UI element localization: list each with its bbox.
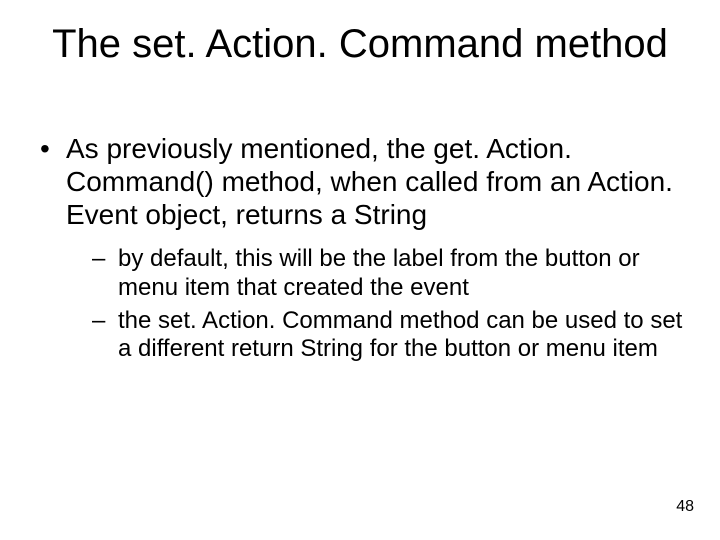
- bullet-text: As previously mentioned, the get. Action…: [66, 133, 673, 230]
- sub-bullet-text: the set. Action. Command method can be u…: [118, 307, 682, 363]
- slide-title: The set. Action. Command method: [0, 22, 720, 67]
- sub-bullet-item: by default, this will be the label from …: [90, 245, 686, 303]
- sub-bullet-text: by default, this will be the label from …: [118, 245, 640, 301]
- sub-bullet-list: by default, this will be the label from …: [66, 245, 686, 364]
- slide-body: As previously mentioned, the get. Action…: [38, 132, 686, 378]
- sub-bullet-item: the set. Action. Command method can be u…: [90, 307, 686, 365]
- bullet-item: As previously mentioned, the get. Action…: [38, 132, 686, 364]
- slide: The set. Action. Command method As previ…: [0, 0, 720, 540]
- bullet-list: As previously mentioned, the get. Action…: [38, 132, 686, 364]
- page-number: 48: [676, 498, 694, 516]
